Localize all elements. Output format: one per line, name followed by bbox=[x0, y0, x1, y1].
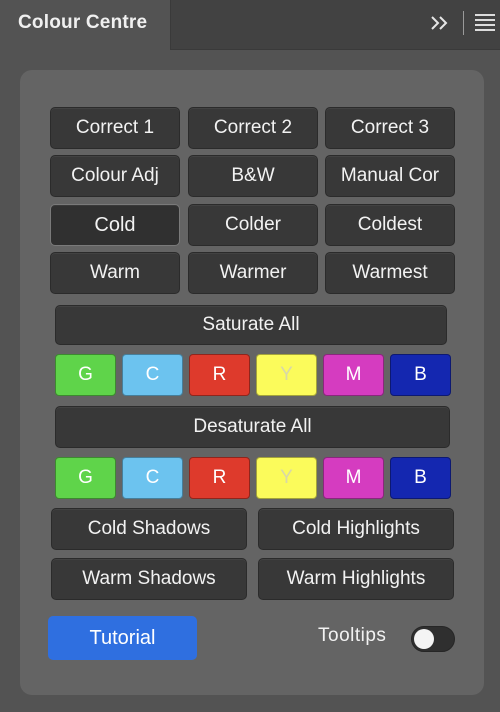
colder-button[interactable]: Colder bbox=[188, 204, 318, 246]
desaturate-red-button[interactable]: R bbox=[189, 457, 250, 499]
saturate-cyan-button[interactable]: C bbox=[122, 354, 183, 396]
cold-shadows-button[interactable]: Cold Shadows bbox=[51, 508, 247, 550]
correct-1-button[interactable]: Correct 1 bbox=[50, 107, 180, 149]
tab-bar-separator bbox=[463, 11, 464, 35]
bw-button[interactable]: B&W bbox=[188, 155, 318, 197]
desaturate-blue-button[interactable]: B bbox=[390, 457, 451, 499]
desaturate-cyan-button[interactable]: C bbox=[122, 457, 183, 499]
saturate-red-button[interactable]: R bbox=[189, 354, 250, 396]
desaturate-yellow-button[interactable]: Y bbox=[256, 457, 317, 499]
saturate-blue-button[interactable]: B bbox=[390, 354, 451, 396]
tooltips-label: Tooltips bbox=[318, 625, 387, 646]
saturate-green-button[interactable]: G bbox=[55, 354, 116, 396]
warm-highlights-button[interactable]: Warm Highlights bbox=[258, 558, 454, 600]
tab-bar-divider bbox=[171, 49, 500, 50]
cold-highlights-button[interactable]: Cold Highlights bbox=[258, 508, 454, 550]
tooltips-toggle[interactable] bbox=[411, 626, 455, 652]
desaturate-magenta-button[interactable]: M bbox=[323, 457, 384, 499]
correct-3-button[interactable]: Correct 3 bbox=[325, 107, 455, 149]
tab-title: Colour Centre bbox=[18, 12, 148, 33]
cold-button[interactable]: Cold bbox=[50, 204, 180, 246]
desaturate-green-button[interactable]: G bbox=[55, 457, 116, 499]
coldest-button[interactable]: Coldest bbox=[325, 204, 455, 246]
manual-cor-button[interactable]: Manual Cor bbox=[325, 155, 455, 197]
saturate-magenta-button[interactable]: M bbox=[323, 354, 384, 396]
tab-colour-centre[interactable]: Colour Centre bbox=[0, 0, 171, 50]
tutorial-button[interactable]: Tutorial bbox=[48, 616, 197, 660]
colour-adj-button[interactable]: Colour Adj bbox=[50, 155, 180, 197]
warmest-button[interactable]: Warmest bbox=[325, 252, 455, 294]
correct-2-button[interactable]: Correct 2 bbox=[188, 107, 318, 149]
double-chevron-right-icon[interactable] bbox=[428, 11, 452, 35]
warmer-button[interactable]: Warmer bbox=[188, 252, 318, 294]
warm-shadows-button[interactable]: Warm Shadows bbox=[51, 558, 247, 600]
toggle-knob bbox=[414, 629, 434, 649]
warm-button[interactable]: Warm bbox=[50, 252, 180, 294]
saturate-all-button[interactable]: Saturate All bbox=[55, 305, 447, 345]
hamburger-menu-icon[interactable] bbox=[475, 14, 495, 32]
saturate-yellow-button[interactable]: Y bbox=[256, 354, 317, 396]
panel-tab-bar: Colour Centre bbox=[0, 0, 500, 50]
desaturate-all-button[interactable]: Desaturate All bbox=[55, 406, 450, 448]
